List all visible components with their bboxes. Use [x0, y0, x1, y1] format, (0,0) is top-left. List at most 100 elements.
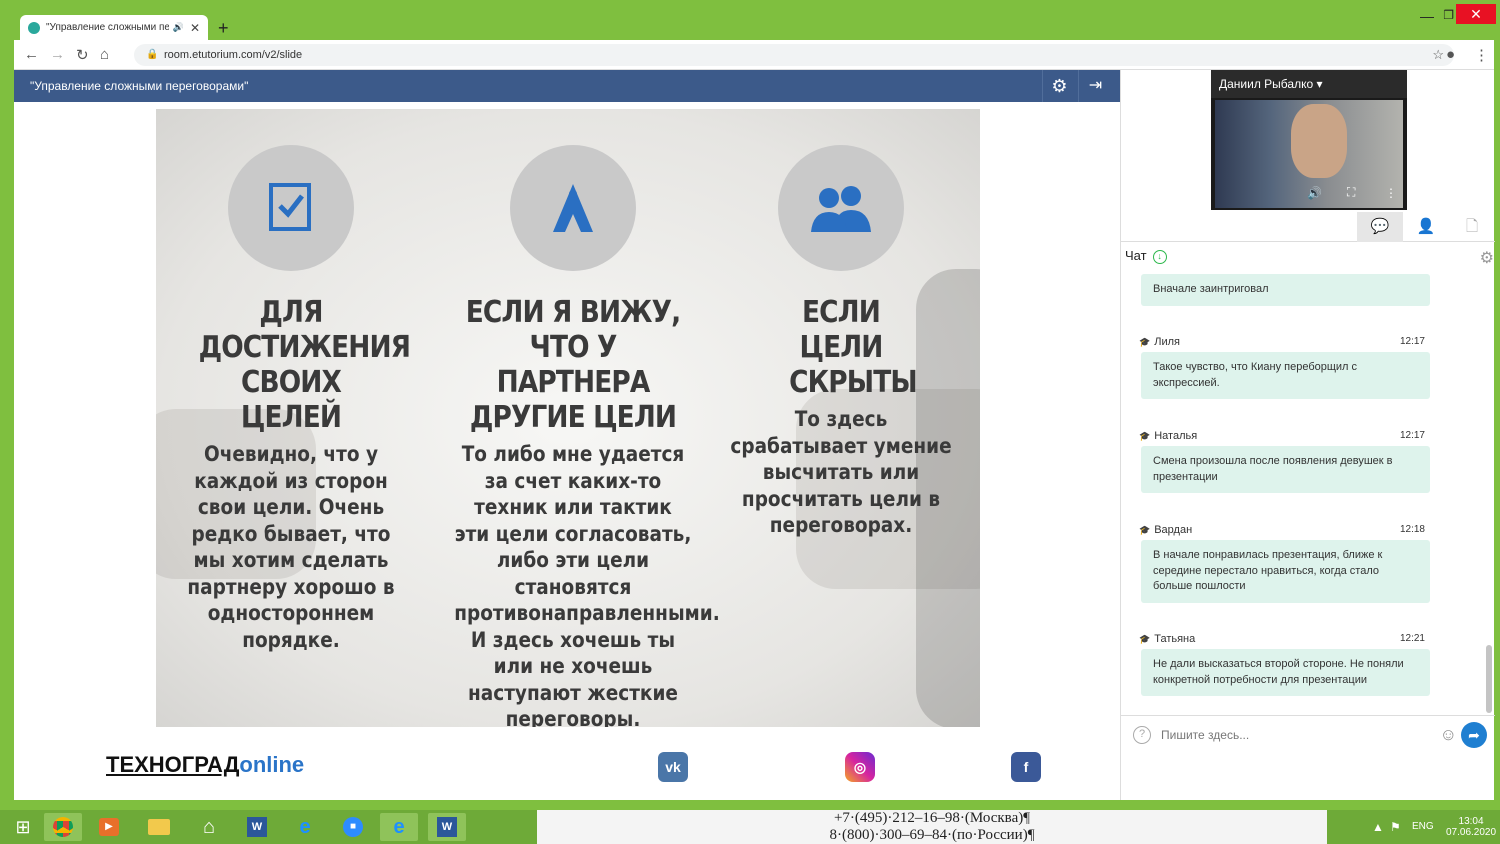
chat-title: Чат: [1125, 248, 1147, 263]
app-header: "Управление сложными переговорами" ⚙ ⇥: [14, 70, 1120, 102]
home-app-icon[interactable]: ⌂: [190, 813, 228, 841]
send-button[interactable]: ➦: [1461, 722, 1487, 748]
menu-icon[interactable]: ⋮: [1474, 46, 1489, 64]
column-3-body: То здесь срабатывает умение высчитать ил…: [730, 407, 952, 537]
message-author: Лиля: [1154, 336, 1180, 348]
users-icon: [778, 145, 904, 271]
student-cap-icon: 🎓: [1139, 525, 1151, 535]
panel-tabs: 💬 👤 🗋: [1121, 212, 1495, 242]
column-1-heading: ДЛЯ ДОСТИЖЕНИЯ СВОИХ ЦЕЛЕЙ: [198, 295, 411, 435]
browser-titlebar: "Управление сложными пе 🔊 ✕ + — ❐ ✕: [0, 0, 1500, 40]
message-text: В начале понравилась презентация, ближе …: [1141, 540, 1430, 603]
chat-message: 🎓 Вардан 12:18 В начале понравилась презен…: [1135, 524, 1435, 603]
slide-column-1: ДЛЯ ДОСТИЖЕНИЯ СВОИХ ЦЕЛЕЙ Очевидно, что…: [156, 109, 426, 653]
vk-icon[interactable]: vk: [658, 752, 688, 782]
media-player-icon[interactable]: ▶: [90, 813, 128, 841]
chat-input-bar: ? Пишите здесь... ☺ ➦: [1121, 715, 1495, 755]
presenter-video[interactable]: Даниил Рыбалко ▾ 🔊 ⛶ ⋮: [1211, 70, 1407, 210]
chat-header: Чат ↓: [1125, 248, 1167, 264]
column-2-heading: ЕСЛИ Я ВИЖУ, ЧТО У ПАРТНЕРА ДРУГИЕ ЦЕЛИ: [465, 295, 681, 435]
course-title: "Управление сложными переговорами": [30, 79, 249, 93]
doc-line-2: 8·(800)·300–69–84·(по·России)¶: [829, 827, 1035, 843]
fullscreen-icon[interactable]: ⛶: [1347, 185, 1355, 200]
more-options-icon[interactable]: ⋮: [1385, 186, 1397, 200]
browser-toolbar: ← → ↻ ⌂ 🔒 room.etutorium.com/v2/slide ☆ …: [14, 40, 1494, 70]
student-cap-icon: 🎓: [1139, 431, 1151, 441]
star-icon[interactable]: ☆: [1432, 44, 1444, 66]
address-bar[interactable]: 🔒 room.etutorium.com/v2/slide ☆: [134, 44, 1454, 66]
tray-arrow-icon[interactable]: ▲: [1372, 810, 1384, 844]
message-author: Вардан: [1154, 524, 1193, 536]
video-frame: 🔊 ⛶ ⋮: [1215, 100, 1403, 208]
side-panel: Даниил Рыбалко ▾ 🔊 ⛶ ⋮ 💬 👤 🗋 Чат ↓ ⚙ Вна…: [1120, 70, 1495, 800]
tab-title: "Управление сложными пе: [46, 22, 169, 33]
message-author: Наталья: [1154, 430, 1198, 442]
logo-part-1: ТЕХНОГРАД: [106, 752, 240, 777]
help-icon[interactable]: ?: [1133, 726, 1151, 744]
reload-icon[interactable]: ↻: [76, 46, 89, 64]
internet-explorer-icon[interactable]: e: [380, 813, 418, 841]
speaker-icon: 🔊: [172, 22, 184, 32]
network-icon[interactable]: ⚑: [1390, 810, 1401, 844]
account-icon[interactable]: ●: [1446, 46, 1455, 63]
page-content: "Управление сложными переговорами" ⚙ ⇥ Д…: [14, 70, 1495, 800]
close-tab-icon[interactable]: ✕: [190, 21, 200, 35]
chrome-icon[interactable]: [44, 813, 82, 841]
chat-message: Вначале заинтриговал: [1135, 274, 1435, 306]
checklist-icon: [228, 145, 354, 271]
chat-tab-icon[interactable]: 💬: [1357, 212, 1403, 242]
message-time: 12:17: [1399, 430, 1425, 441]
column-3-heading: ЕСЛИ ЦЕЛИ СКРЫТЫ: [789, 295, 918, 400]
word-document-icon[interactable]: W: [428, 813, 466, 841]
background-document-text: +7·(495)·212–16–98·(Москва)¶ 8·(800)·300…: [537, 810, 1327, 844]
exit-icon[interactable]: ⇥: [1078, 70, 1112, 102]
settings-gear-icon[interactable]: ⚙: [1042, 70, 1076, 102]
close-window-button[interactable]: ✕: [1456, 4, 1496, 24]
chat-message: 🎓 Татьяна 12:21 Не дали высказаться второй…: [1135, 633, 1435, 696]
emoji-icon[interactable]: ☺: [1440, 725, 1457, 745]
doc-line-1: +7·(495)·212–16–98·(Москва)¶: [833, 810, 1031, 826]
url-text: room.etutorium.com/v2/slide: [164, 49, 303, 61]
column-1-body: Очевидно, что у каждой из сторон свои це…: [187, 442, 395, 652]
slide-column-3: ЕСЛИ ЦЕЛИ СКРЫТЫ То здесь срабатывает ум…: [706, 109, 976, 539]
chat-message: 🎓 Наталья 12:17 Смена произошла после появ…: [1135, 430, 1435, 493]
file-explorer-icon[interactable]: [140, 813, 178, 841]
message-time: 12:21: [1399, 633, 1425, 644]
edge-icon[interactable]: e: [286, 813, 324, 841]
zoom-icon[interactable]: ■: [334, 813, 372, 841]
forward-icon[interactable]: →: [50, 46, 65, 63]
message-time: 12:18: [1399, 524, 1425, 535]
chat-message: 🎓 Лиля 12:17 Такое чувство, что Киану пере…: [1135, 336, 1435, 399]
chat-scrollbar[interactable]: [1486, 645, 1492, 713]
presentation-slide: ДЛЯ ДОСТИЖЕНИЯ СВОИХ ЦЕЛЕЙ Очевидно, что…: [156, 109, 980, 727]
technograd-logo: ТЕХНОГРАДonline: [106, 752, 304, 778]
minimize-button[interactable]: —: [1420, 8, 1434, 24]
home-icon[interactable]: ⌂: [100, 46, 109, 63]
start-windows-icon[interactable]: ⊞: [4, 813, 42, 841]
message-text: Не дали высказаться второй стороне. Не п…: [1141, 649, 1430, 696]
word-icon[interactable]: W: [238, 813, 276, 841]
facebook-icon[interactable]: f: [1011, 752, 1041, 782]
volume-icon[interactable]: 🔊: [1307, 186, 1322, 200]
maximize-button[interactable]: ❐: [1443, 8, 1454, 22]
presenter-face: [1291, 104, 1347, 178]
back-icon[interactable]: ←: [24, 46, 39, 63]
logo-part-2: online: [239, 752, 305, 777]
clock-time: 13:04: [1458, 816, 1484, 827]
new-tab-button[interactable]: +: [218, 18, 229, 39]
presenter-name[interactable]: Даниил Рыбалко ▾: [1211, 70, 1407, 98]
download-icon[interactable]: ↓: [1152, 249, 1167, 264]
chat-input[interactable]: Пишите здесь...: [1161, 728, 1249, 742]
message-text: Такое чувство, что Киану переборщил с эк…: [1141, 352, 1430, 399]
clock[interactable]: 13:04 07.06.2020: [1446, 816, 1496, 838]
language-indicator[interactable]: ENG: [1412, 810, 1434, 844]
files-tab-icon[interactable]: 🗋: [1449, 212, 1495, 242]
browser-tab[interactable]: "Управление сложными пе 🔊 ✕: [20, 15, 208, 40]
student-cap-icon: 🎓: [1139, 634, 1151, 644]
lock-icon: 🔒: [146, 49, 159, 60]
mountain-climber-icon: [510, 145, 636, 271]
instagram-icon[interactable]: ◎: [845, 752, 875, 782]
participants-tab-icon[interactable]: 👤: [1403, 212, 1449, 242]
message-time: 12:17: [1399, 336, 1425, 347]
chat-settings-icon[interactable]: ⚙: [1480, 248, 1494, 268]
